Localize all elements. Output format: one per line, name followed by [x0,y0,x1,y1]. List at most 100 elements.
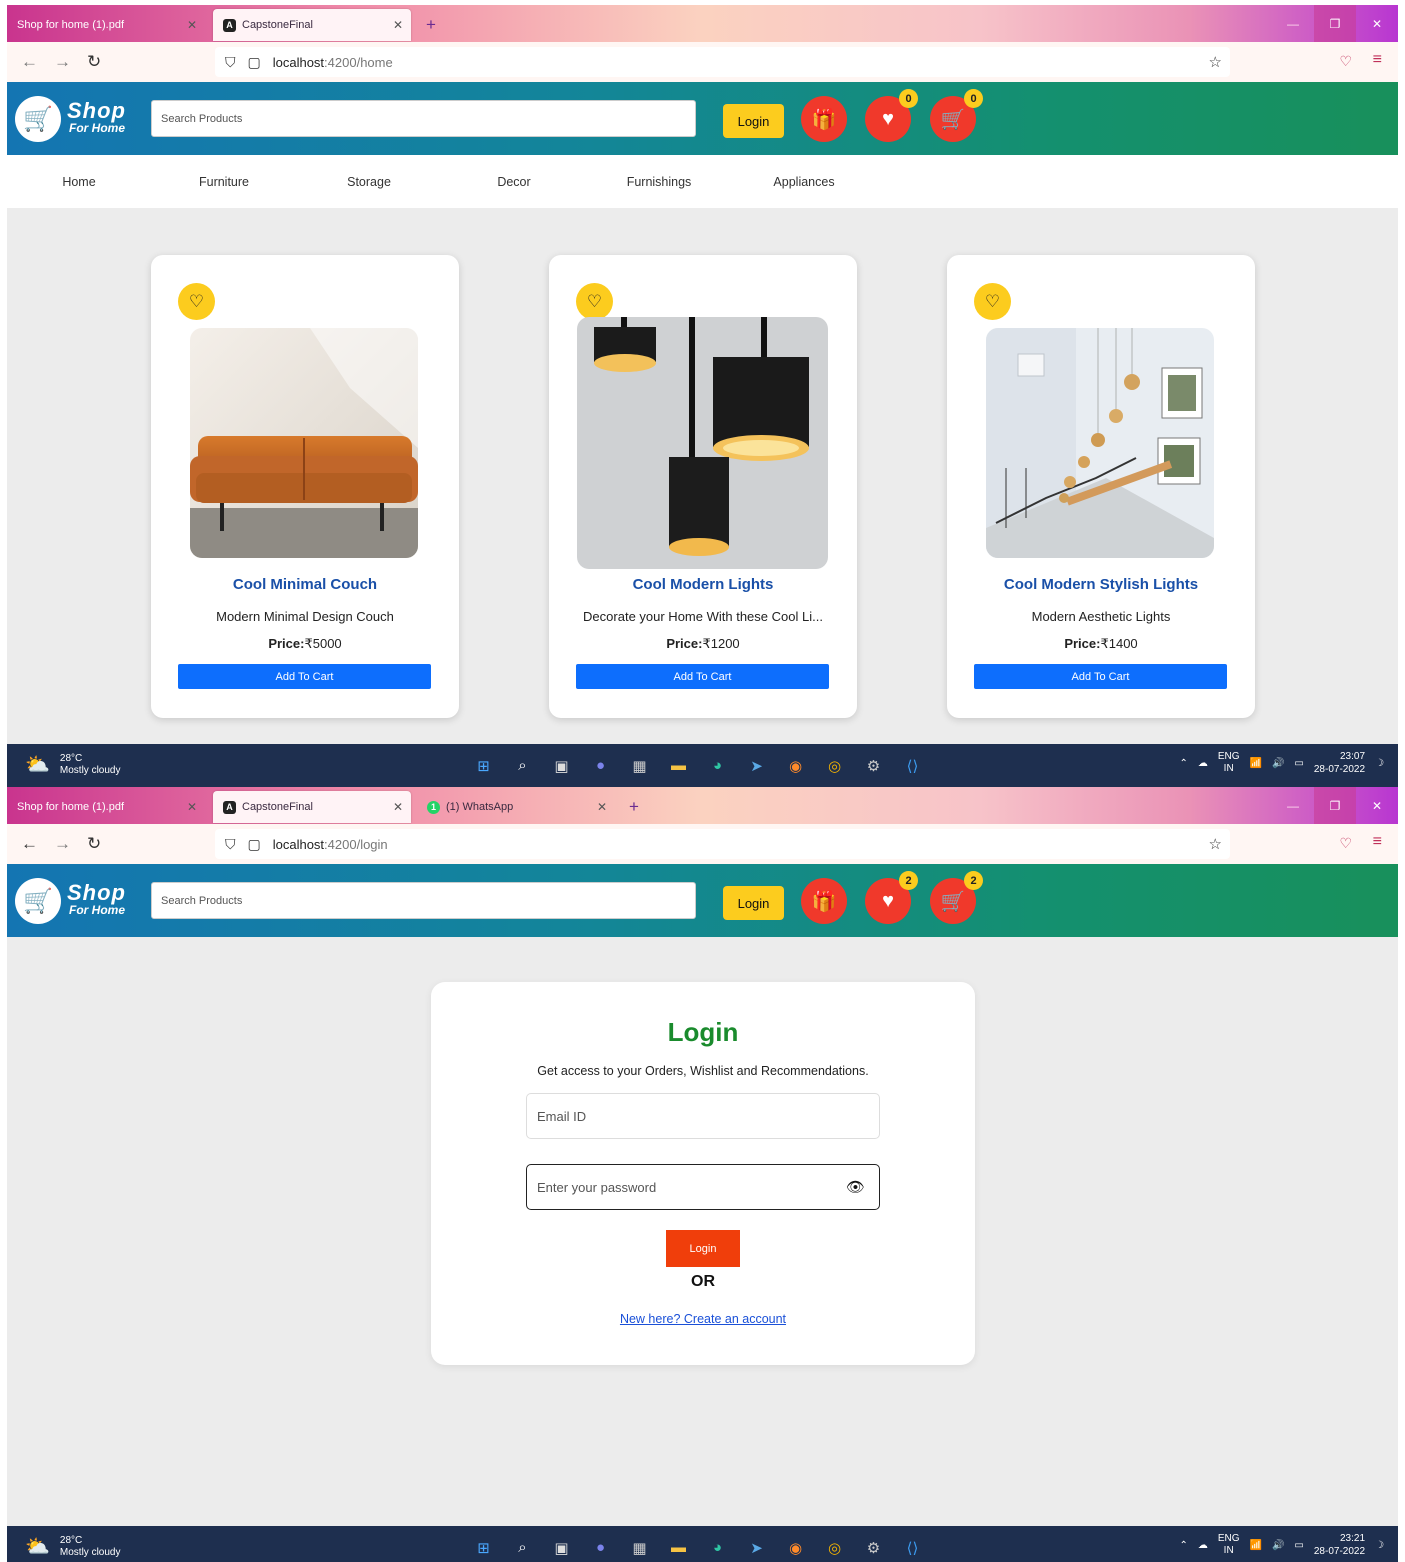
menu-icon[interactable]: ≡ [1373,51,1382,69]
vscode-icon[interactable]: ⟨⟩ [899,1534,926,1561]
wishlist-button[interactable]: ♥ 0 [865,89,918,142]
file-explorer-icon[interactable]: ▬ [665,752,692,779]
weather-widget[interactable]: ⛅ 28°C Mostly cloudy [25,752,120,777]
create-account-link[interactable]: New here? Create an account [431,1312,975,1326]
moon-icon[interactable]: ☽ [1375,758,1384,769]
email-field[interactable]: Email ID [526,1093,880,1139]
clock[interactable]: 23:07 28-07-2022 [1314,750,1365,776]
settings-gear-icon[interactable]: ⚙ [860,1534,887,1561]
wishlist-heart-icon[interactable]: ♡ [178,283,215,320]
tab-whatsapp[interactable]: 1 (1) WhatsApp ✕ [417,791,615,823]
telegram-icon[interactable]: ➤ [743,1534,770,1561]
close-window-icon[interactable]: ✕ [1356,787,1398,824]
firefox-icon[interactable]: ◉ [782,752,809,779]
bookmark-star-icon[interactable]: ☆ [1209,835,1222,853]
minimize-icon[interactable]: — [1272,787,1314,824]
widgets-icon[interactable]: ▦ [626,1534,653,1561]
password-field[interactable]: Enter your password 👁 [526,1164,880,1210]
restore-icon[interactable]: ❐ [1314,5,1356,42]
cart-button[interactable]: 🛒 0 [930,89,983,142]
windows-start-icon[interactable]: ⊞ [470,752,497,779]
onedrive-cloud-icon[interactable]: ☁ [1198,758,1208,769]
edge-icon[interactable]: ◕ [704,752,731,779]
battery-icon[interactable]: ▭ [1294,758,1303,769]
search-icon[interactable]: ⌕ [509,1534,536,1561]
new-tab-icon[interactable]: + [629,797,639,817]
pocket-icon[interactable]: ♡ [1339,53,1352,70]
vscode-icon[interactable]: ⟨⟩ [899,752,926,779]
nav-furniture[interactable]: Furniture [164,175,284,189]
wifi-icon[interactable]: 📶 [1250,758,1262,769]
add-to-cart-button[interactable]: Add To Cart [576,664,829,689]
language-indicator[interactable]: ENG IN [1218,751,1240,775]
chevron-up-icon[interactable]: ⌃ [1179,758,1187,769]
chat-icon[interactable]: ● [587,752,614,779]
menu-icon[interactable]: ≡ [1373,833,1382,851]
login-submit-button[interactable]: Login [666,1230,740,1267]
address-field[interactable]: ⛉ ▢ localhost:4200/login ☆ [215,829,1230,859]
nav-decor[interactable]: Decor [454,175,574,189]
tab-pdf[interactable]: Shop for home (1).pdf ✕ [7,791,205,823]
new-tab-icon[interactable]: + [426,15,436,35]
product-title[interactable]: Cool Modern Lights [549,576,857,593]
address-field[interactable]: ⛉ ▢ localhost:4200/home ☆ [215,47,1230,77]
product-title[interactable]: Cool Minimal Couch [151,576,459,593]
login-button[interactable]: Login [723,886,784,920]
product-title[interactable]: Cool Modern Stylish Lights [947,576,1255,593]
close-icon[interactable]: ✕ [597,800,607,814]
minimize-icon[interactable]: — [1272,5,1314,42]
nav-home[interactable]: Home [19,175,139,189]
windows-start-icon[interactable]: ⊞ [470,1534,497,1561]
logo-cart-icon[interactable]: 🛒 [15,878,61,924]
back-icon[interactable]: ← [21,52,38,72]
wifi-icon[interactable]: 📶 [1250,1540,1262,1551]
task-view-icon[interactable]: ▣ [548,1534,575,1561]
wishlist-heart-icon[interactable]: ♡ [576,283,613,320]
chrome-icon[interactable]: ◎ [821,752,848,779]
logo-cart-icon[interactable]: 🛒 [15,96,61,142]
weather-widget[interactable]: ⛅ 28°C Mostly cloudy [25,1534,120,1559]
edge-icon[interactable]: ◕ [704,1534,731,1561]
forward-icon[interactable]: → [54,834,71,854]
task-view-icon[interactable]: ▣ [548,752,575,779]
pocket-icon[interactable]: ♡ [1339,835,1352,852]
tab-capstone[interactable]: A CapstoneFinal ✕ [213,9,411,41]
clock[interactable]: 23:21 28-07-2022 [1314,1532,1365,1558]
chrome-icon[interactable]: ◎ [821,1534,848,1561]
nav-storage[interactable]: Storage [309,175,429,189]
tab-capstone[interactable]: A CapstoneFinal ✕ [213,791,411,823]
volume-icon[interactable]: 🔊 [1272,758,1284,769]
search-input[interactable]: Search Products [151,100,696,137]
search-icon[interactable]: ⌕ [509,752,536,779]
reload-icon[interactable]: ↻ [87,52,101,72]
add-to-cart-button[interactable]: Add To Cart [974,664,1227,689]
firefox-icon[interactable]: ◉ [782,1534,809,1561]
nav-appliances[interactable]: Appliances [744,175,864,189]
eye-slash-icon[interactable]: 👁 [846,1178,865,1196]
forward-icon[interactable]: → [54,52,71,72]
file-explorer-icon[interactable]: ▬ [665,1534,692,1561]
add-to-cart-button[interactable]: Add To Cart [178,664,431,689]
cart-button[interactable]: 🛒 2 [930,871,983,924]
telegram-icon[interactable]: ➤ [743,752,770,779]
onedrive-cloud-icon[interactable]: ☁ [1198,1540,1208,1551]
close-icon[interactable]: ✕ [187,18,197,32]
reload-icon[interactable]: ↻ [87,834,101,854]
bookmark-star-icon[interactable]: ☆ [1209,53,1222,71]
volume-icon[interactable]: 🔊 [1272,1540,1284,1551]
restore-icon[interactable]: ❐ [1314,787,1356,824]
widgets-icon[interactable]: ▦ [626,752,653,779]
battery-icon[interactable]: ▭ [1294,1540,1303,1551]
chat-icon[interactable]: ● [587,1534,614,1561]
language-indicator[interactable]: ENG IN [1218,1533,1240,1557]
close-icon[interactable]: ✕ [393,800,403,814]
moon-icon[interactable]: ☽ [1375,1540,1384,1551]
nav-furnishings[interactable]: Furnishings [599,175,719,189]
wishlist-button[interactable]: ♥ 2 [865,871,918,924]
close-window-icon[interactable]: ✕ [1356,5,1398,42]
gift-button[interactable]: 🎁 [801,878,847,924]
gift-button[interactable]: 🎁 [801,96,847,142]
settings-gear-icon[interactable]: ⚙ [860,752,887,779]
login-button[interactable]: Login [723,104,784,138]
chevron-up-icon[interactable]: ⌃ [1179,1540,1187,1551]
